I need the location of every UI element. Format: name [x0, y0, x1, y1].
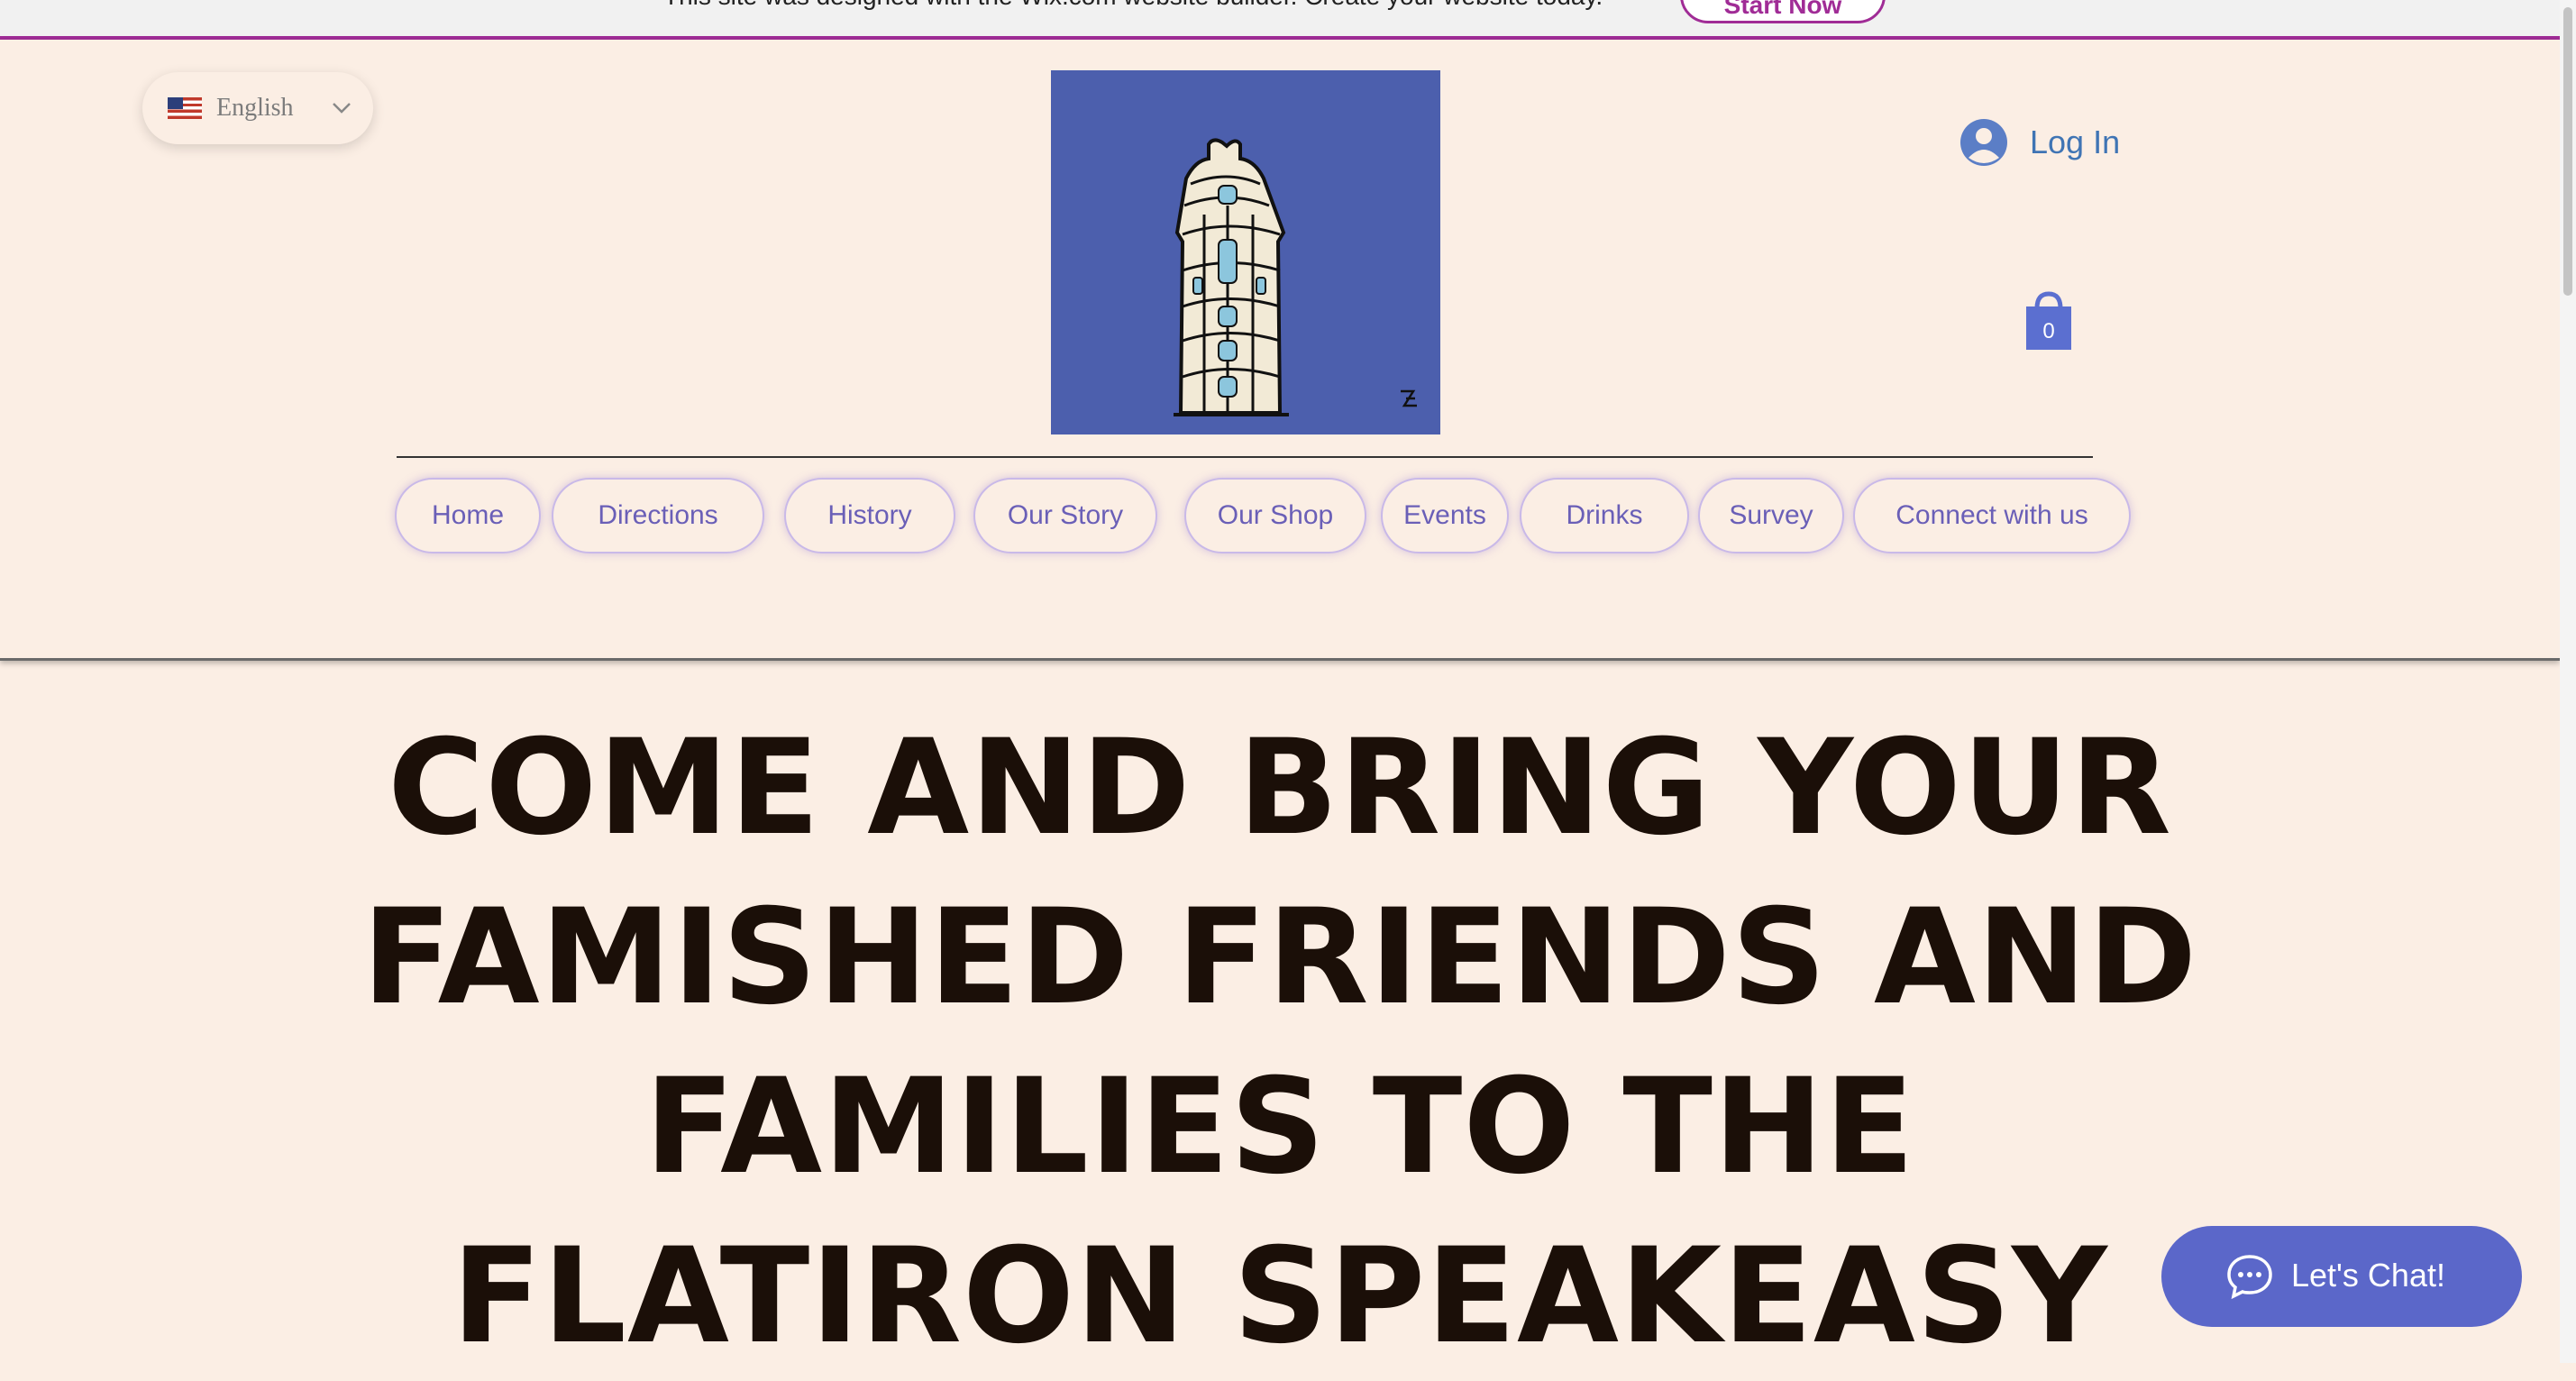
nav-history[interactable]: History: [784, 478, 955, 553]
chat-bubble-icon: [2227, 1255, 2272, 1300]
nav-events[interactable]: Events: [1381, 478, 1509, 553]
us-flag-icon: [168, 97, 202, 119]
cart-button[interactable]: 0: [2021, 288, 2077, 353]
chevron-down-icon: [333, 103, 351, 114]
flatiron-building-logo[interactable]: [1051, 70, 1440, 434]
login-label: Log In: [2030, 123, 2121, 160]
banner-text: This site was designed with the Wix.com …: [663, 0, 1603, 11]
hero-line-3: FAMILIES TO THE: [644, 1050, 1915, 1203]
chat-label: Let's Chat!: [2291, 1257, 2445, 1294]
language-selector[interactable]: English: [142, 72, 373, 144]
nav-connect[interactable]: Connect with us: [1853, 478, 2131, 553]
user-avatar-icon: [1960, 119, 2007, 166]
site-header: English Log In 0 Home Directions History…: [0, 40, 2560, 661]
nav-survey[interactable]: Survey: [1698, 478, 1844, 553]
chat-button[interactable]: Let's Chat!: [2161, 1226, 2522, 1327]
header-divider: [397, 456, 2093, 458]
hero-line-1: COME AND BRING YOUR: [388, 711, 2172, 864]
scrollbar-thumb[interactable]: [2563, 7, 2572, 296]
nav-our-story[interactable]: Our Story: [973, 478, 1157, 553]
wix-promo-banner: This site was designed with the Wix.com …: [0, 0, 2560, 40]
hero-line-2: FAMISHED FRIENDS AND: [361, 881, 2198, 1034]
language-label: English: [216, 94, 294, 122]
nav-home[interactable]: Home: [395, 478, 541, 553]
start-now-button[interactable]: Start Now: [1680, 0, 1886, 23]
page-scrollbar[interactable]: [2560, 0, 2576, 1363]
nav-directions[interactable]: Directions: [552, 478, 764, 553]
login-button[interactable]: Log In: [1959, 115, 2120, 169]
cart-count: 0: [2042, 319, 2055, 343]
nav-our-shop[interactable]: Our Shop: [1184, 478, 1366, 553]
nav-drinks[interactable]: Drinks: [1520, 478, 1689, 553]
